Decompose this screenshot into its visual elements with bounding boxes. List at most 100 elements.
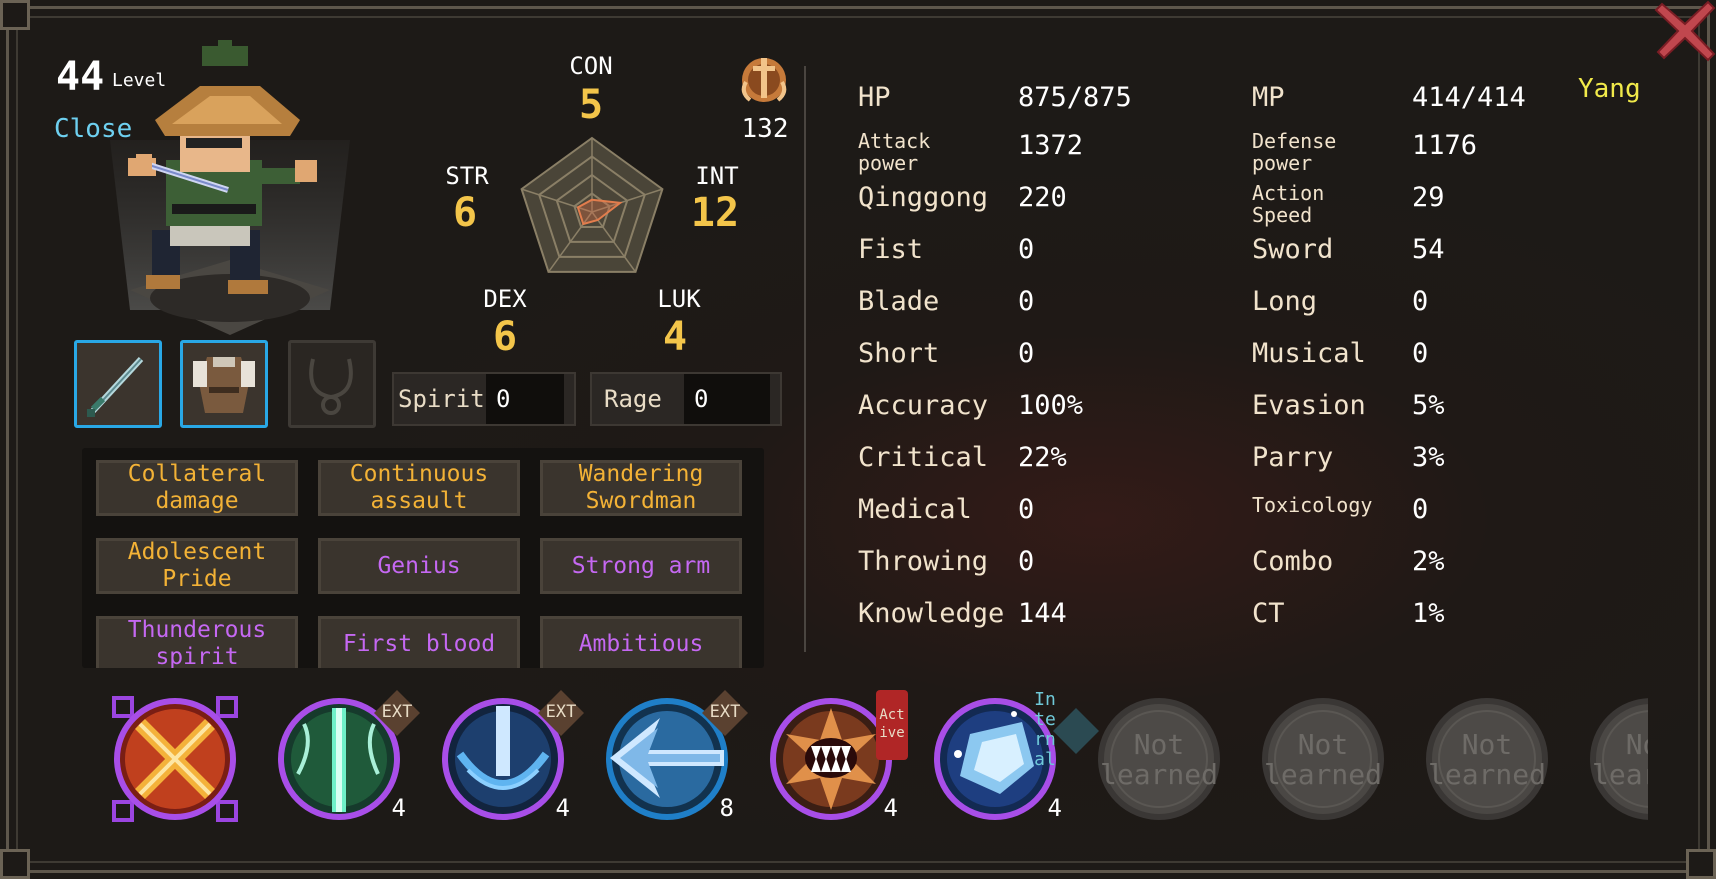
attribute-label: Medical xyxy=(858,494,972,525)
attribute-label: Throwing xyxy=(858,546,989,577)
stat-int-value: 12 xyxy=(690,190,740,236)
attribute-label: CT xyxy=(1252,598,1285,629)
attribute-value: 144 xyxy=(1018,598,1067,629)
attribute-value: 1372 xyxy=(1018,130,1084,161)
attribute-value: 29 xyxy=(1412,182,1445,213)
skill-count: 4 xyxy=(1047,794,1062,822)
trait-label: Adolescent Pride xyxy=(127,539,267,592)
character-portrait xyxy=(100,40,360,340)
necklace-icon xyxy=(309,358,353,415)
green-sword-skill[interactable]: EXT 4 xyxy=(274,690,420,824)
attribute-label: Action Speed xyxy=(1252,181,1325,227)
skill-tag-label: Internal xyxy=(1034,689,1056,770)
trait-badge[interactable]: Collateral damage xyxy=(96,460,298,516)
rage-label: Rage xyxy=(604,385,662,413)
attribute-label: Parry xyxy=(1252,442,1334,473)
spirit-label: Spirit xyxy=(398,385,485,413)
trait-label: Collateral damage xyxy=(127,461,267,514)
skill-ext-tag: EXT xyxy=(702,690,748,736)
skill-active-tag: Active xyxy=(876,690,908,760)
locked-skill-slot[interactable]: Not learned xyxy=(1422,694,1552,824)
attribute-value: 875/875 xyxy=(1018,82,1132,113)
trait-badge[interactable]: Genius xyxy=(318,538,520,594)
stat-con-value: 5 xyxy=(578,82,604,128)
attribute-value: 0 xyxy=(1412,286,1429,317)
attribute-value: 0 xyxy=(1018,286,1035,317)
attribute-value: 0 xyxy=(1018,494,1035,525)
rage-box: Rage 0 xyxy=(590,372,782,426)
frame-corner xyxy=(0,0,30,30)
trait-badge[interactable]: Thunderous spirit xyxy=(96,616,298,668)
skill-tag-label: Active xyxy=(879,707,905,741)
stat-luk-value: 4 xyxy=(662,314,688,360)
trait-label: Wandering Swordman xyxy=(578,461,704,514)
locked-skill-slot[interactable]: Not learned xyxy=(1586,694,1648,824)
accessory-slot[interactable] xyxy=(288,340,376,428)
trait-label: Genius xyxy=(377,552,461,579)
trait-badge[interactable]: Continuous assault xyxy=(318,460,520,516)
alignment-label: Yang xyxy=(1578,74,1641,104)
attribute-value: 5% xyxy=(1412,390,1445,421)
attribute-value: 1% xyxy=(1412,598,1445,629)
frost-orb-skill[interactable]: Internal 4 xyxy=(930,690,1099,824)
attribute-value: 0 xyxy=(1018,338,1035,369)
armor-slot[interactable] xyxy=(180,340,268,428)
sword-emblem-icon xyxy=(736,52,792,108)
skill-bar: EXT 4 EXT 4 EXT 8 Active 4 Internal 4 No… xyxy=(100,684,1648,834)
frame-corner xyxy=(1686,849,1716,879)
locked-skill-label: Not learned xyxy=(1427,728,1546,791)
attribute-value: 1176 xyxy=(1412,130,1478,161)
trait-badge[interactable]: Adolescent Pride xyxy=(96,538,298,594)
reputation-value: 132 xyxy=(741,114,789,144)
trait-label: Thunderous spirit xyxy=(127,617,267,668)
skill-count: 8 xyxy=(719,794,734,822)
crossed-swords-skill[interactable] xyxy=(110,694,240,824)
locked-skill-label: Not learned xyxy=(1263,728,1382,791)
attribute-label: Attack power xyxy=(858,129,931,175)
locked-skill-slot[interactable]: Not learned xyxy=(1258,694,1388,824)
locked-skill-slot[interactable]: Not learned xyxy=(1094,694,1224,824)
trait-badge[interactable]: Ambitious xyxy=(540,616,742,668)
spirit-value: 0 xyxy=(486,374,564,424)
attribute-value: 0 xyxy=(1412,338,1429,369)
skill-ext-tag: EXT xyxy=(538,690,584,736)
skill-tag-label: EXT xyxy=(709,702,741,722)
attribute-label: Knowledge xyxy=(858,598,1005,629)
attribute-value: 414/414 xyxy=(1412,82,1526,113)
attribute-value: 0 xyxy=(1018,234,1035,265)
crossed-swords-icon xyxy=(112,696,238,822)
trait-badge[interactable]: Wandering Swordman xyxy=(540,460,742,516)
attribute-value: 0 xyxy=(1018,546,1035,577)
fanged-mouth-skill[interactable]: Active 4 xyxy=(766,690,908,824)
skill-internal-tag: Internal xyxy=(1030,689,1099,780)
stat-int-label: INT xyxy=(695,162,739,190)
attribute-value: 22% xyxy=(1018,442,1067,473)
locked-skill-label: Not learned xyxy=(1591,728,1648,791)
weapon-slot[interactable] xyxy=(74,340,162,428)
trait-label: Ambitious xyxy=(578,630,704,657)
stat-radar-chart xyxy=(520,136,664,273)
blue-sword-skill[interactable]: EXT 4 xyxy=(438,690,584,824)
skill-tag-label: EXT xyxy=(545,702,577,722)
spirit-box: Spirit 0 xyxy=(392,372,576,426)
close-x-icon[interactable] xyxy=(1654,0,1716,62)
trait-badge[interactable]: Strong arm xyxy=(540,538,742,594)
character-panel: 44 Level Close 132 CON 5 STR 6 INT 12 DE… xyxy=(0,0,1716,879)
attribute-value: 220 xyxy=(1018,182,1067,213)
skill-count: 4 xyxy=(555,794,570,822)
attribute-value: 100% xyxy=(1018,390,1084,421)
attribute-value: 2% xyxy=(1412,546,1445,577)
ice-arrow-skill[interactable]: EXT 8 xyxy=(602,690,748,824)
locked-skill-label: Not learned xyxy=(1099,728,1218,791)
frame-corner xyxy=(0,849,30,879)
trait-badge[interactable]: First blood xyxy=(318,616,520,668)
attribute-label: Critical xyxy=(858,442,989,473)
attribute-label: Defense power xyxy=(1252,129,1337,175)
stat-dex-value: 6 xyxy=(492,314,518,360)
stat-str-value: 6 xyxy=(452,190,478,236)
skill-count: 4 xyxy=(883,794,898,822)
attribute-label: Short xyxy=(858,338,940,369)
attribute-value: 54 xyxy=(1412,234,1445,265)
trait-label: Strong arm xyxy=(571,552,711,579)
robe-icon xyxy=(193,357,255,413)
